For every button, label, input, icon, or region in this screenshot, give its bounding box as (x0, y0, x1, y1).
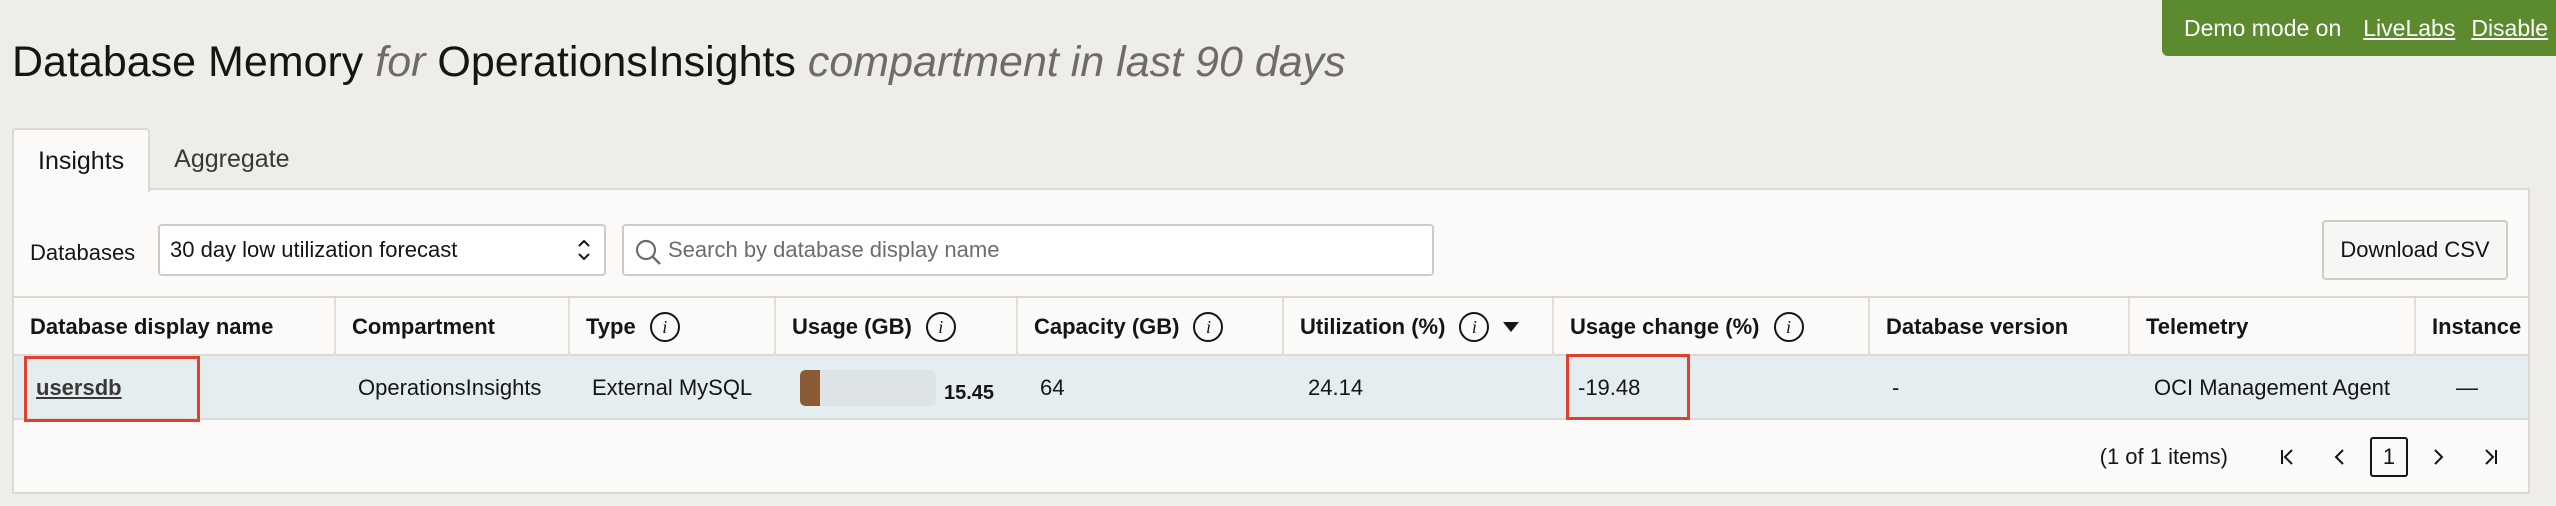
first-page-icon (2281, 449, 2293, 465)
cell-usage: 15.45 (800, 356, 994, 420)
cell-usage-change: -19.48 (1578, 375, 1641, 400)
table-toolbar: Databases 30 day low utilization forecas… (14, 190, 2528, 298)
cell-name: usersdb (36, 356, 122, 420)
column-header-capacity[interactable]: Capacity (GB) i (1018, 298, 1284, 356)
next-page-button[interactable] (2416, 435, 2460, 479)
column-label: Instance (2432, 314, 2522, 339)
last-page-button[interactable] (2468, 435, 2512, 479)
table-header: Database display name Compartment Type i… (14, 296, 2528, 356)
column-label: Database version (1886, 314, 2069, 339)
column-header-usage[interactable]: Usage (GB) i (776, 298, 1018, 356)
title-for: for (375, 38, 426, 86)
last-page-icon (2485, 449, 2497, 465)
column-label: Compartment (352, 314, 496, 339)
column-label: Capacity (GB) (1034, 314, 1180, 339)
database-search (622, 224, 1434, 276)
filter-selected-value: 30 day low utilization forecast (170, 237, 458, 262)
database-name-link[interactable]: usersdb (36, 375, 122, 401)
cell-version: - (1892, 375, 1900, 400)
select-chevron-icon (578, 239, 590, 261)
column-header-usage-change[interactable]: Usage change (%) i (1554, 298, 1870, 356)
insights-panel: Databases 30 day low utilization forecas… (12, 188, 2530, 494)
tab-insights[interactable]: Insights (12, 128, 151, 192)
info-icon[interactable]: i (1193, 312, 1224, 342)
current-page-number[interactable]: 1 (2370, 437, 2408, 477)
usage-value: 15.45 (944, 381, 995, 404)
previous-page-button[interactable] (2318, 435, 2362, 479)
demo-mode-banner: Demo mode on LiveLabs Disable (2162, 0, 2556, 56)
usage-bar (800, 370, 936, 406)
tab-aggregate[interactable]: Aggregate (150, 128, 313, 190)
column-header-compartment[interactable]: Compartment (336, 298, 570, 356)
column-header-type[interactable]: Type i (570, 298, 776, 356)
search-icon (635, 239, 661, 265)
column-label: Usage (GB) (792, 314, 912, 339)
column-header-name[interactable]: Database display name (14, 298, 336, 356)
column-label: Utilization (%) (1300, 314, 1446, 339)
demo-mode-text: Demo mode on (2184, 14, 2342, 41)
cell-instance: — (2456, 375, 2478, 400)
title-suffix: compartment in last 90 days (807, 38, 1346, 86)
column-header-telemetry[interactable]: Telemetry (2130, 298, 2416, 356)
search-input[interactable] (668, 237, 1432, 263)
download-csv-button[interactable]: Download CSV (2322, 220, 2508, 280)
cell-utilization: 24.14 (1308, 375, 1364, 400)
cell-compartment: OperationsInsights (358, 375, 542, 400)
title-compartment: OperationsInsights (437, 38, 796, 86)
info-icon[interactable]: i (1773, 312, 1804, 342)
page-title: Database Memory for OperationsInsights c… (12, 38, 1346, 87)
column-label: Database display name (30, 314, 274, 339)
databases-label: Databases (30, 240, 136, 265)
title-metric: Database Memory (12, 38, 364, 86)
info-icon[interactable]: i (649, 312, 680, 342)
chevron-right-icon (2434, 449, 2444, 465)
item-count: (1 of 1 items) (2099, 444, 2228, 469)
column-label: Type (586, 314, 636, 339)
cell-telemetry: OCI Management Agent (2154, 375, 2391, 400)
first-page-button[interactable] (2266, 435, 2310, 479)
chevron-left-icon (2334, 449, 2344, 465)
cell-type: External MySQL (592, 375, 753, 400)
livelabs-link[interactable]: LiveLabs (2363, 15, 2455, 42)
tab-bar: Insights Aggregate (12, 128, 314, 192)
sort-descending-icon[interactable] (1503, 322, 1520, 332)
column-header-version[interactable]: Database version (1870, 298, 2130, 356)
column-header-utilization[interactable]: Utilization (%) i (1284, 298, 1554, 356)
column-label: Telemetry (2146, 314, 2249, 339)
column-header-instance[interactable]: Instance (2416, 298, 2530, 356)
databases-filter-select[interactable]: 30 day low utilization forecast (158, 224, 606, 276)
column-label: Usage change (%) (1570, 314, 1760, 339)
pagination: (1 of 1 items) 1 (14, 420, 2528, 494)
usage-bar-fill (800, 370, 820, 406)
info-icon[interactable]: i (1459, 312, 1490, 342)
table-row[interactable]: usersdb OperationsInsights External MySQ… (14, 354, 2528, 422)
cell-capacity: 64 (1040, 375, 1065, 400)
disable-demo-link[interactable]: Disable (2471, 15, 2548, 42)
info-icon[interactable]: i (925, 312, 956, 342)
